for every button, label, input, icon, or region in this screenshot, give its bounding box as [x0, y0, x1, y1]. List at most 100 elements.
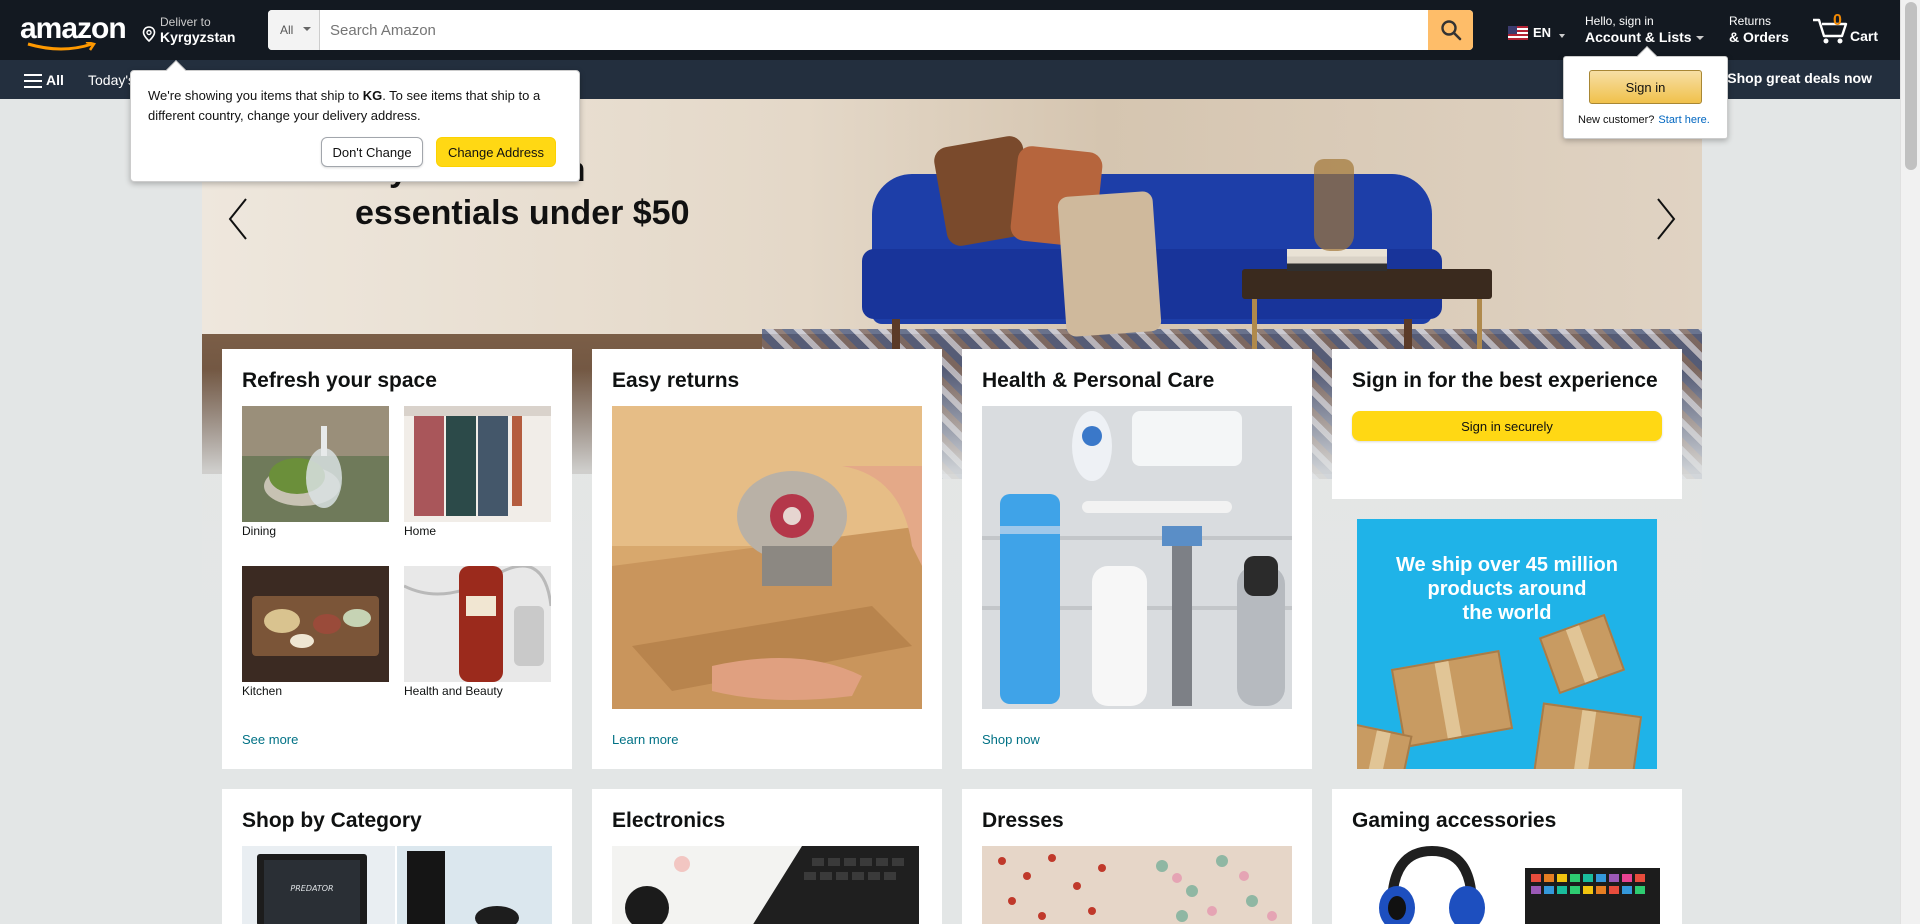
- amazon-logo[interactable]: amazon: [20, 12, 127, 51]
- card-title: Refresh your space: [242, 369, 437, 392]
- console-image[interactable]: [397, 846, 552, 924]
- todays-deals-link[interactable]: Today's: [88, 72, 135, 88]
- hero-throw-blanket: [1057, 190, 1162, 338]
- sign-in-securely-button[interactable]: Sign in securely: [1352, 411, 1662, 441]
- dont-change-button[interactable]: Don't Change: [321, 137, 423, 167]
- console-photo: [397, 846, 552, 924]
- electronics-photo: [612, 846, 919, 924]
- svg-text:PREDATOR: PREDATOR: [290, 884, 333, 893]
- search-button[interactable]: [1428, 10, 1473, 50]
- ship-worldwide-ad[interactable]: We ship over 45 million products around …: [1357, 519, 1657, 769]
- package-box: [1538, 613, 1626, 695]
- dining-photo: [242, 406, 389, 522]
- health-personal-care-card: Health & Personal Care Shop now: [962, 349, 1312, 769]
- start-here-link[interactable]: Start here.: [1658, 114, 1709, 126]
- location-pin-icon: [142, 26, 156, 42]
- sign-in-flyout: Sign in New customer? Start here.: [1563, 46, 1728, 139]
- cart-icon: [1813, 18, 1848, 44]
- cart-count: 0: [1833, 12, 1842, 29]
- chevron-right-icon[interactable]: [1654, 197, 1678, 241]
- card-title: Dresses: [982, 809, 1064, 832]
- all-menu-label: All: [46, 72, 64, 88]
- orders-label: & Orders: [1729, 29, 1789, 45]
- keyboard-photo: [1515, 846, 1665, 924]
- chevron-left-icon[interactable]: [226, 197, 250, 241]
- account-label-wrap: Account & Lists: [1585, 29, 1704, 45]
- health-care-image[interactable]: [982, 406, 1292, 709]
- hero-headline-line2: essentials under $50: [355, 194, 690, 232]
- dresses-card: Dresses: [962, 789, 1312, 924]
- account-label: Account & Lists: [1585, 29, 1692, 45]
- health-beauty-image[interactable]: [404, 566, 551, 682]
- deliver-location: Kyrgyzstan: [160, 29, 236, 45]
- electronics-card: Electronics: [592, 789, 942, 924]
- search-category-label: All: [280, 23, 294, 37]
- keyboard-image[interactable]: [1515, 846, 1665, 924]
- card-title: Sign in for the best experience: [1352, 369, 1658, 392]
- gaming-accessories-card: Gaming accessories: [1332, 789, 1682, 924]
- package-box: [1390, 650, 1514, 748]
- electronics-image[interactable]: [612, 846, 919, 924]
- hero-vase: [1314, 159, 1354, 251]
- easy-returns-card: Easy returns Learn more: [592, 349, 942, 769]
- laptop-photo: PREDATOR: [242, 846, 395, 924]
- chevron-down-icon: [303, 27, 311, 31]
- chevron-down-icon: [1559, 34, 1565, 38]
- cart-button[interactable]: 0 Cart: [1812, 12, 1882, 46]
- dining-image[interactable]: [242, 406, 389, 522]
- sign-in-button[interactable]: Sign in: [1589, 70, 1702, 104]
- dining-label[interactable]: Dining: [242, 524, 276, 538]
- hero-coffee-table: [1242, 269, 1492, 299]
- logo-wordmark: amazon: [20, 12, 127, 45]
- health-care-photo: [982, 406, 1292, 709]
- deliver-label: Deliver to: [160, 15, 211, 29]
- returns-photo: [612, 406, 922, 709]
- account-greeting: Hello, sign in: [1585, 14, 1654, 28]
- kitchen-photo: [242, 566, 389, 682]
- search-input[interactable]: [320, 10, 1420, 50]
- ship-ad-line1: We ship over 45 million: [1396, 554, 1618, 576]
- shop-by-category-card: Shop by Category PREDATOR: [222, 789, 572, 924]
- delivery-country-code: KG: [362, 88, 383, 103]
- shop-deals-link[interactable]: Shop great deals now: [1727, 70, 1872, 86]
- headset-photo: [1352, 846, 1502, 924]
- hamburger-icon: [24, 74, 42, 88]
- laptop-image[interactable]: PREDATOR: [242, 846, 395, 924]
- card-title: Health & Personal Care: [982, 369, 1215, 392]
- health-beauty-label[interactable]: Health and Beauty: [404, 684, 503, 698]
- ship-ad-line2: products around: [1427, 578, 1587, 600]
- new-customer-label: New customer?: [1578, 114, 1655, 126]
- headset-image[interactable]: [1352, 846, 1502, 924]
- search-bar: All: [268, 10, 1473, 50]
- kitchen-image[interactable]: [242, 566, 389, 682]
- ship-ad-text: We ship over 45 million products around …: [1357, 553, 1657, 625]
- home-image[interactable]: [404, 406, 551, 522]
- home-photo: [404, 406, 551, 522]
- us-flag-icon: [1508, 26, 1528, 40]
- search-category-select[interactable]: All: [268, 10, 320, 50]
- dresses-image[interactable]: [982, 846, 1292, 924]
- ship-ad-line3: the world: [1462, 602, 1552, 624]
- account-and-lists[interactable]: Hello, sign in Account & Lists: [1585, 14, 1704, 45]
- home-label[interactable]: Home: [404, 524, 436, 538]
- card-title: Electronics: [612, 809, 726, 832]
- dresses-photo: [982, 846, 1292, 924]
- page-scrollbar[interactable]: [1900, 0, 1920, 924]
- logo-smile-icon: [27, 42, 97, 51]
- see-more-link[interactable]: See more: [242, 732, 298, 747]
- returns-image[interactable]: [612, 406, 922, 709]
- new-customer-text: New customer? Start here.: [1578, 114, 1710, 126]
- returns-and-orders[interactable]: Returns & Orders: [1729, 14, 1789, 45]
- learn-more-link[interactable]: Learn more: [612, 732, 678, 747]
- health-beauty-photo: [404, 566, 551, 682]
- cart-label: Cart: [1850, 28, 1879, 44]
- card-title: Easy returns: [612, 369, 740, 392]
- kitchen-label[interactable]: Kitchen: [242, 684, 282, 698]
- top-navbar: amazon Deliver to Kyrgyzstan All Search …: [0, 0, 1900, 60]
- scrollbar-thumb[interactable]: [1905, 2, 1917, 170]
- sign-in-card: Sign in for the best experience Sign in …: [1332, 349, 1682, 499]
- shop-now-link[interactable]: Shop now: [982, 732, 1040, 747]
- change-address-button[interactable]: Change Address: [436, 137, 556, 167]
- returns-label: Returns: [1729, 14, 1772, 28]
- chevron-down-icon: [1695, 36, 1704, 41]
